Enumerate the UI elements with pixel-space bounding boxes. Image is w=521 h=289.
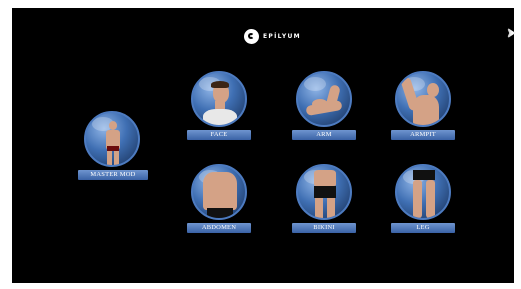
armpit-label: ARMPIT	[391, 130, 455, 140]
app-screen: EPİLYUM MASTER MOD FACE ARM ARMPIT ABDOM…	[12, 8, 517, 283]
chevron-right-icon	[506, 27, 516, 39]
brand-name: EPİLYUM	[263, 32, 301, 40]
tile-leg[interactable]: LEG	[387, 164, 459, 233]
face-image	[191, 71, 247, 127]
tile-armpit[interactable]: ARMPIT	[387, 71, 459, 140]
tile-face[interactable]: FACE	[183, 71, 255, 140]
next-page-button[interactable]	[505, 26, 517, 40]
arm-label: ARM	[292, 130, 356, 140]
leg-label: LEG	[391, 223, 455, 233]
brand-header: EPİLYUM	[244, 28, 301, 44]
tile-arm[interactable]: ARM	[288, 71, 360, 140]
tile-abdomen[interactable]: ABDOMEN	[183, 164, 255, 233]
abdomen-label: ABDOMEN	[187, 223, 251, 233]
device-frame: EPİLYUM MASTER MOD FACE ARM ARMPIT ABDOM…	[0, 0, 521, 289]
master-mod-image	[84, 111, 140, 167]
master-mod-label: MASTER MOD	[78, 170, 148, 180]
arm-image	[296, 71, 352, 127]
tile-bikini[interactable]: BIKINI	[288, 164, 360, 233]
armpit-image	[395, 71, 451, 127]
bikini-label: BIKINI	[292, 223, 356, 233]
face-label: FACE	[187, 130, 251, 140]
abdomen-image	[191, 164, 247, 220]
leg-image	[395, 164, 451, 220]
tile-master-mod[interactable]: MASTER MOD	[78, 111, 148, 180]
bikini-image	[296, 164, 352, 220]
epilyum-logo-icon	[244, 28, 259, 44]
